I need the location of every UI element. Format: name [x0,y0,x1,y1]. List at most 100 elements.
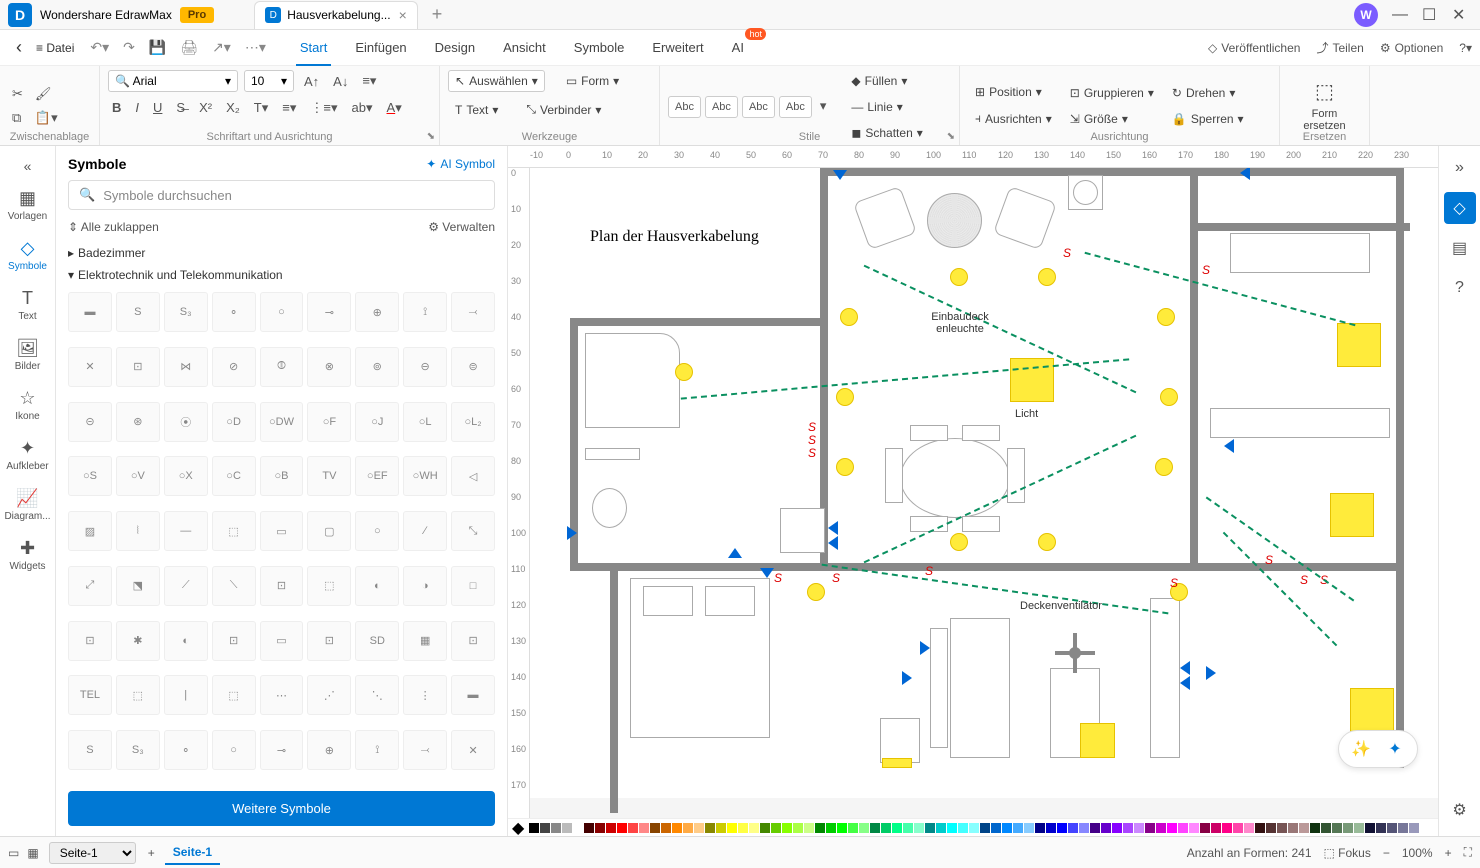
sidebar-item-symbols[interactable]: ◇Symbole [0,230,55,280]
symbol-cell[interactable]: ⊡ [116,347,160,387]
symbol-cell[interactable]: ⟟ [355,730,399,770]
symbol-cell[interactable]: ○X [164,456,208,496]
tab-start[interactable]: Start [296,34,331,61]
cut-icon[interactable]: ✂ [8,84,27,104]
style-preset-2[interactable]: Abc [705,96,738,118]
tab-close-icon[interactable]: × [399,7,407,23]
bold-icon[interactable]: B [108,98,125,118]
color-swatch[interactable] [716,823,726,833]
color-swatch[interactable] [727,823,737,833]
color-swatch[interactable] [1266,823,1276,833]
export-icon[interactable]: ↗▾ [212,39,231,56]
style-preset-3[interactable]: Abc [742,96,775,118]
symbol-cell[interactable]: ▦ [403,621,447,661]
text-align-icon[interactable]: ≡▾ [358,71,380,91]
copy-icon[interactable]: ⧉ [8,108,27,128]
symbol-cell[interactable]: ⊕ [307,730,351,770]
color-swatch[interactable] [540,823,550,833]
tab-view[interactable]: Ansicht [499,34,550,61]
position-button[interactable]: ⊞ Position ▾ [968,81,1059,103]
color-swatch[interactable] [1332,823,1342,833]
symbol-cell[interactable]: ○S [68,456,112,496]
color-swatch[interactable] [595,823,605,833]
symbol-cell[interactable]: SD [355,621,399,661]
symbol-cell[interactable]: ✱ [116,621,160,661]
sidebar-item-templates[interactable]: ▦Vorlagen [0,180,55,230]
manage-link[interactable]: ⚙ Verwalten [428,220,495,234]
color-swatch[interactable] [650,823,660,833]
symbol-cell[interactable]: ∕ [403,511,447,551]
focus-mode-button[interactable]: ⬚ Fokus [1324,846,1371,860]
text-direction-icon[interactable]: T▾ [250,98,272,118]
color-swatch[interactable] [914,823,924,833]
symbol-cell[interactable]: ○J [355,402,399,442]
tab-insert[interactable]: Einfügen [351,34,410,61]
replace-shape-button[interactable]: ⬚ Form ersetzen [1288,75,1361,136]
color-swatch[interactable] [826,823,836,833]
rotate-button[interactable]: ↻ Drehen ▾ [1165,82,1251,104]
symbol-cell[interactable]: ⬚ [212,675,256,715]
format-painter-icon[interactable]: 🖌 [31,84,62,104]
symbol-cell[interactable]: TEL [68,675,112,715]
settings-right-icon[interactable]: ⚙ [1444,794,1476,826]
color-swatch[interactable] [1321,823,1331,833]
symbol-cell[interactable]: ⊜ [451,347,495,387]
color-swatch[interactable] [771,823,781,833]
symbol-cell[interactable]: ○ [260,292,304,332]
share-button[interactable]: ⤴ Teilen [1316,39,1363,56]
symbol-cell[interactable]: ⬚ [307,566,351,606]
color-swatch[interactable] [1189,823,1199,833]
sidebar-item-icons[interactable]: ☆Ikone [0,380,55,430]
tab-design[interactable]: Design [431,34,479,61]
color-swatch[interactable] [1123,823,1133,833]
add-page-icon[interactable]: + [148,846,155,860]
symbol-cell[interactable]: ⟟ [403,292,447,332]
tab-symbols[interactable]: Symbole [570,34,629,61]
color-swatch[interactable] [969,823,979,833]
symbol-cell[interactable]: ▭ [260,621,304,661]
font-color-icon[interactable]: A▾ [383,98,406,118]
symbol-cell[interactable]: ▬ [451,675,495,715]
color-swatch[interactable] [848,823,858,833]
color-swatch[interactable] [859,823,869,833]
minimize-icon[interactable]: — [1392,6,1408,24]
page-setup-icon[interactable]: ▤ [1444,232,1476,264]
symbol-cell[interactable]: S₃ [164,292,208,332]
font-size-select[interactable]: 10▾ [244,70,294,92]
color-swatch[interactable] [793,823,803,833]
symbol-cell[interactable]: ⚬ [212,292,256,332]
symbol-cell[interactable]: ⋱ [355,675,399,715]
symbol-cell[interactable]: | [164,675,208,715]
color-swatch[interactable] [947,823,957,833]
color-swatch[interactable] [617,823,627,833]
symbol-cell[interactable]: ▢ [307,511,351,551]
symbol-cell[interactable]: ⋰ [307,675,351,715]
maximize-icon[interactable]: ☐ [1422,5,1438,25]
color-swatch[interactable] [1112,823,1122,833]
fill-button[interactable]: ◆ Füllen ▾ [844,70,929,92]
symbol-cell[interactable]: S₃ [116,730,160,770]
symbol-cell[interactable]: S [68,730,112,770]
color-swatch[interactable] [837,823,847,833]
symbol-cell[interactable]: ⊗ [307,347,351,387]
color-swatch[interactable] [1376,823,1386,833]
sidebar-item-stickers[interactable]: ✦Aufkleber [0,430,55,480]
color-swatch[interactable] [936,823,946,833]
symbol-cell[interactable]: ⋮ [403,675,447,715]
symbol-cell[interactable]: ○V [116,456,160,496]
color-swatch[interactable] [551,823,561,833]
tab-advanced[interactable]: Erweitert [648,34,707,61]
drawing-canvas[interactable]: Plan der Hausverkabelung [530,168,1438,798]
symbol-cell[interactable]: ⊚ [355,347,399,387]
color-swatch[interactable] [705,823,715,833]
color-swatch[interactable] [738,823,748,833]
expand-right-icon[interactable]: » [1444,152,1476,184]
color-swatch[interactable] [606,823,616,833]
symbol-cell[interactable]: ○L [403,402,447,442]
category-bathroom[interactable]: ▸ Badezimmer [68,242,495,264]
styles-launcher-icon[interactable]: ⬊ [947,131,955,142]
close-icon[interactable]: ✕ [1452,5,1468,25]
zoom-out-icon[interactable]: − [1383,846,1390,860]
ai-symbol-link[interactable]: ✦ AI Symbol [426,157,495,171]
color-swatch[interactable] [639,823,649,833]
